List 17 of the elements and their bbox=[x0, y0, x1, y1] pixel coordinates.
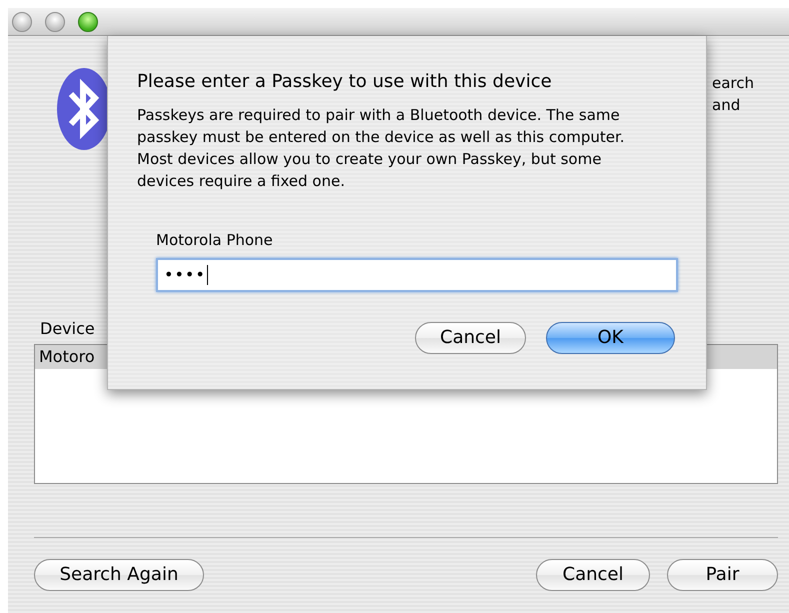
window-control-icon[interactable] bbox=[12, 12, 32, 32]
list-label: Device bbox=[40, 319, 95, 339]
search-again-button[interactable]: Search Again bbox=[34, 559, 204, 591]
bluetooth-icon bbox=[57, 68, 107, 150]
window-control-icon[interactable] bbox=[45, 12, 65, 32]
sheet-message: Passkeys are required to pair with a Bluetooth device. The same passkey must be entered on the device as well as this computer. Most devices allow you to create your own Passkey, but some devices require a fixed one. bbox=[137, 105, 626, 192]
field-label: Motorola Phone bbox=[156, 230, 273, 250]
sheet-title: Please enter a Passkey to use with this device bbox=[137, 70, 553, 94]
cancel-button[interactable]: Cancel bbox=[415, 322, 526, 354]
intro-text: earch bbox=[712, 73, 754, 94]
ok-button[interactable]: OK bbox=[546, 322, 675, 354]
pair-button[interactable]: Pair bbox=[667, 559, 778, 591]
intro-text: and bbox=[712, 95, 742, 116]
cancel-button[interactable]: Cancel bbox=[536, 559, 650, 591]
text-cursor bbox=[206, 265, 208, 285]
window-control-icon[interactable] bbox=[78, 12, 98, 32]
passkey-field[interactable]: •••• bbox=[156, 258, 678, 292]
